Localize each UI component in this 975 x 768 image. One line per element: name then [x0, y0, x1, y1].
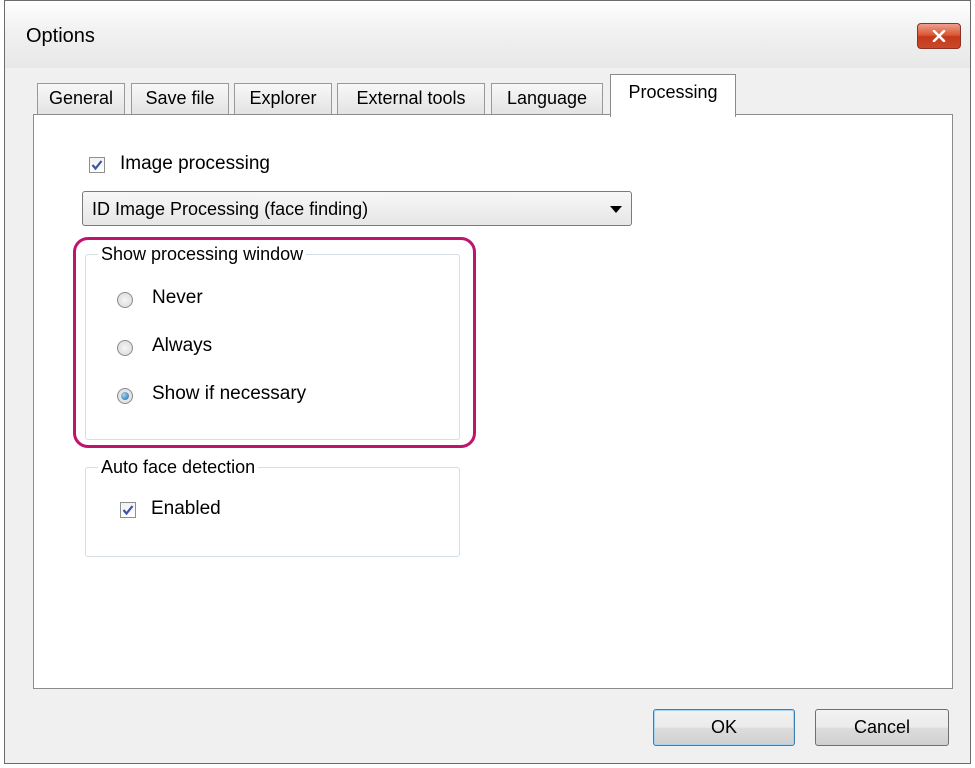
tab-explorer-label: Explorer: [249, 88, 317, 108]
processing-method-select[interactable]: ID Image Processing (face finding): [82, 191, 632, 226]
tab-explorer[interactable]: Explorer: [234, 83, 332, 115]
image-processing-checkbox[interactable]: [89, 157, 105, 173]
enabled-checkbox[interactable]: [120, 502, 136, 518]
tab-save-file-label: Save file: [145, 88, 215, 108]
tab-general-label: General: [48, 88, 114, 108]
tab-external-tools-label: External tools: [356, 88, 466, 108]
ok-button-label: OK: [710, 717, 737, 737]
ok-button[interactable]: OK: [653, 709, 795, 746]
close-icon: [932, 30, 946, 42]
show-processing-window-group: Show processing window Never Always Show…: [85, 244, 460, 440]
auto-face-detection-group: Auto face detection Enabled: [85, 457, 460, 557]
radio-always-label: Always: [152, 335, 213, 356]
processing-method-value: ID Image Processing (face finding): [92, 199, 369, 219]
checkmark-icon: [122, 505, 134, 516]
radio-never[interactable]: [117, 292, 133, 308]
auto-face-detection-title: Auto face detection: [98, 457, 259, 478]
title-bar: Options: [5, 1, 970, 68]
tab-processing-label: Processing: [628, 82, 718, 102]
tab-language[interactable]: Language: [491, 83, 603, 115]
enabled-label: Enabled: [151, 498, 221, 519]
radio-show-if-necessary-label: Show if necessary: [152, 383, 307, 404]
window-title: Options: [26, 25, 95, 47]
dropdown-arrow-icon: [610, 206, 622, 213]
radio-selected-dot: [121, 392, 129, 400]
tab-external-tools[interactable]: External tools: [337, 83, 485, 115]
tab-save-file[interactable]: Save file: [131, 83, 229, 115]
radio-never-label: Never: [152, 287, 203, 308]
processing-panel: Image processing ID Image Processing (fa…: [33, 114, 953, 689]
show-processing-window-title: Show processing window: [98, 244, 307, 265]
cancel-button-label: Cancel: [853, 717, 911, 737]
radio-show-if-necessary[interactable]: [117, 388, 133, 404]
tab-general[interactable]: General: [37, 83, 125, 115]
tab-language-label: Language: [506, 88, 588, 108]
close-button[interactable]: [917, 23, 961, 49]
radio-always[interactable]: [117, 340, 133, 356]
image-processing-label: Image processing: [120, 153, 270, 174]
options-dialog: Options General Save file Explorer Exter…: [4, 0, 971, 764]
cancel-button[interactable]: Cancel: [815, 709, 949, 746]
checkmark-icon: [91, 160, 103, 171]
tab-processing[interactable]: Processing: [610, 74, 736, 117]
